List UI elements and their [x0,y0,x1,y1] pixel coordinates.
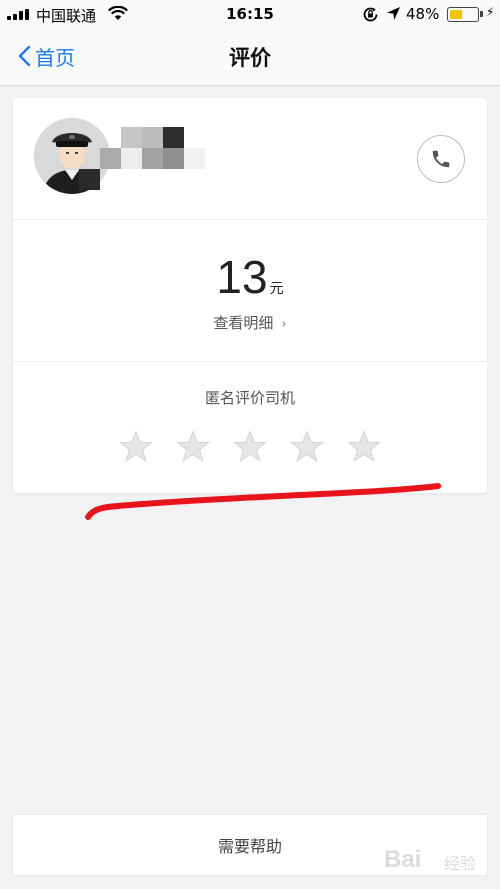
star-2-icon[interactable] [176,430,210,464]
star-rating [119,430,381,464]
battery-icon [447,7,479,22]
fare-section: 13 元 查看明细 › [13,220,487,362]
view-details-link[interactable]: 查看明细 › [13,312,487,333]
page-title: 评价 [229,46,271,70]
call-driver-button[interactable] [417,135,465,183]
fare-display: 13 元 [13,250,487,304]
baidu-jingyan-watermark: Bai 经验 [384,846,477,873]
phone-icon [432,150,450,168]
rotation-lock-icon [363,7,378,22]
need-help-label: 需要帮助 [217,837,282,856]
fare-amount: 13 [216,251,268,303]
status-bar: 中国联通 16:15 48% ⚡ [0,0,500,28]
battery-percent: 48% [406,5,440,23]
star-3-icon[interactable] [233,430,267,464]
chevron-right-icon: › [281,317,287,332]
location-arrow-icon [387,7,400,20]
star-1-icon[interactable] [119,430,153,464]
evaluation-card: 13 元 查看明细 › 匿名评价司机 [13,98,487,493]
driver-row [13,98,487,220]
rating-section: 匿名评价司机 [13,362,487,493]
charging-bolt-icon: ⚡ [486,5,495,19]
nav-bar: 首页 评价 [0,28,500,86]
star-5-icon[interactable] [347,430,381,464]
rating-label: 匿名评价司机 [204,389,295,407]
screen: 中国联通 16:15 48% ⚡ 首页 评价 13 元 查看明细 › 匿名评价司… [0,0,500,889]
fare-unit: 元 [269,281,284,297]
view-details-label: 查看明细 [213,314,274,332]
star-4-icon[interactable] [290,430,324,464]
